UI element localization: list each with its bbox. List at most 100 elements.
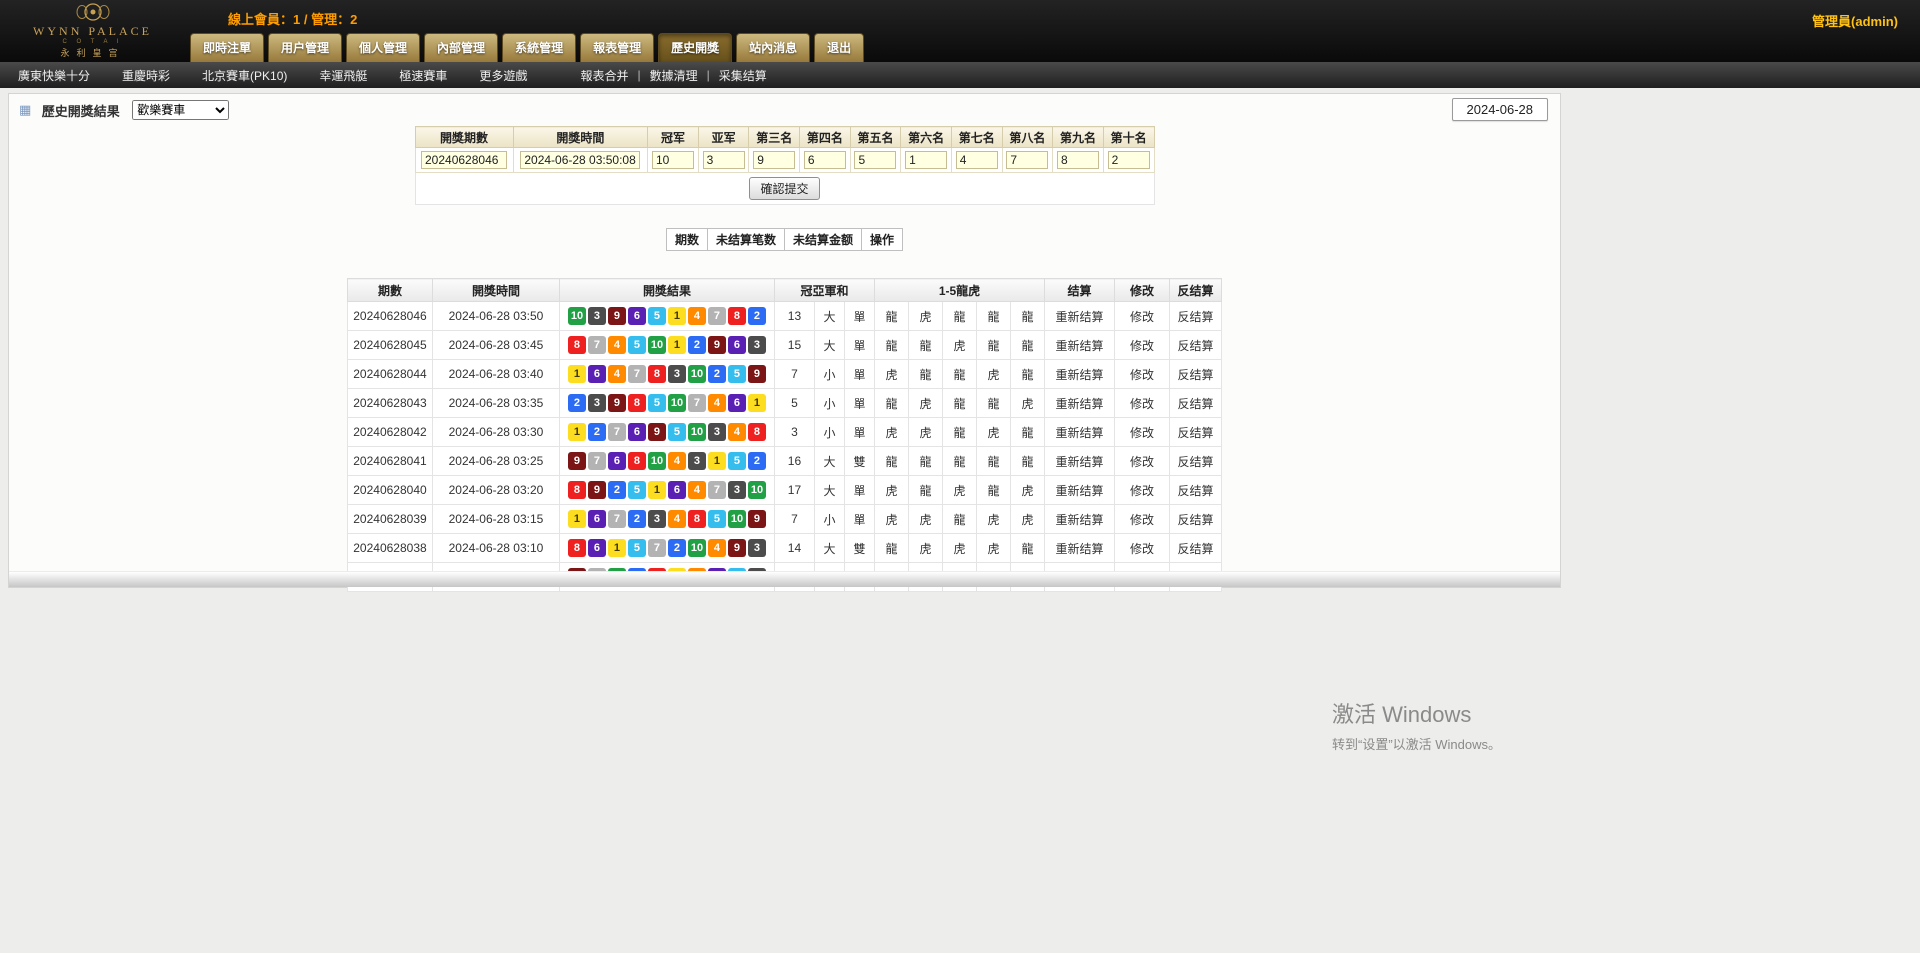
resettle-link[interactable]: 重新结算 xyxy=(1045,302,1115,331)
nav-item-3[interactable]: 個人管理 xyxy=(346,33,420,62)
pending-table: 期数未结算笔数未结算金额操作 xyxy=(666,228,903,251)
edit-link[interactable]: 修改 xyxy=(1115,505,1170,534)
dragon-tiger-cell-3: 虎 xyxy=(943,534,977,563)
result-row: 202406280452024-06-28 03:458745101296315… xyxy=(347,331,1221,360)
edit-link[interactable]: 修改 xyxy=(1115,360,1170,389)
dragon-tiger-cell-4: 龍 xyxy=(977,331,1011,360)
reverse-settle-link[interactable]: 反结算 xyxy=(1170,476,1222,505)
pending-header-row: 期数未结算笔数未结算金额操作 xyxy=(666,229,902,251)
edit-link[interactable]: 修改 xyxy=(1115,302,1170,331)
ball-5: 5 xyxy=(628,336,646,354)
dragon-tiger-cell-1: 龍 xyxy=(875,534,909,563)
rank-6-input[interactable] xyxy=(905,151,947,169)
issue-input[interactable] xyxy=(421,151,507,169)
dragon-tiger-cell-5: 龍 xyxy=(1011,534,1045,563)
reverse-settle-link[interactable]: 反结算 xyxy=(1170,331,1222,360)
form-column-header: 開獎時間 xyxy=(513,127,648,148)
game-select[interactable]: 歡樂賽車 xyxy=(132,100,229,120)
pending-column-header: 未结算金额 xyxy=(785,229,862,251)
rank-7-input[interactable] xyxy=(956,151,998,169)
subnav-game-3[interactable]: 北京賽車(PK10) xyxy=(186,67,303,84)
confirm-submit-button[interactable]: 確認提交 xyxy=(749,177,819,200)
draw-time-cell: 2024-06-28 03:20 xyxy=(432,476,559,505)
rank-3-input[interactable] xyxy=(753,151,795,169)
reverse-settle-link[interactable]: 反结算 xyxy=(1170,534,1222,563)
ball-8: 8 xyxy=(648,365,666,383)
resettle-link[interactable]: 重新结算 xyxy=(1045,447,1115,476)
dragon-tiger-cell-5: 龍 xyxy=(1011,302,1045,331)
ball-7: 7 xyxy=(588,336,606,354)
edit-link[interactable]: 修改 xyxy=(1115,418,1170,447)
nav-item-4[interactable]: 內部管理 xyxy=(424,33,498,62)
ball-1: 1 xyxy=(668,307,686,325)
form-input-cell xyxy=(513,148,648,173)
time-input[interactable] xyxy=(520,151,640,169)
rank-2-input[interactable] xyxy=(703,151,745,169)
edit-link[interactable]: 修改 xyxy=(1115,447,1170,476)
dragon-tiger-cell-3: 龍 xyxy=(943,418,977,447)
ball-8: 8 xyxy=(568,336,586,354)
edit-link[interactable]: 修改 xyxy=(1115,331,1170,360)
ball-10: 10 xyxy=(668,394,686,412)
ball-9: 9 xyxy=(588,481,606,499)
edit-link[interactable]: 修改 xyxy=(1115,534,1170,563)
resettle-link[interactable]: 重新结算 xyxy=(1045,331,1115,360)
nav-item-1[interactable]: 即時注單 xyxy=(190,33,264,62)
results-column-header: 结算 xyxy=(1045,279,1115,302)
rank-1-input[interactable] xyxy=(652,151,694,169)
draw-result-balls: 87451012963 xyxy=(559,331,774,360)
subnav-game-4[interactable]: 幸運飛艇 xyxy=(303,67,383,84)
rank-9-input[interactable] xyxy=(1057,151,1099,169)
sum-cell: 7 xyxy=(774,360,814,389)
form-input-cell xyxy=(1053,148,1104,173)
reverse-settle-link[interactable]: 反结算 xyxy=(1170,418,1222,447)
edit-link[interactable]: 修改 xyxy=(1115,389,1170,418)
reverse-settle-link[interactable]: 反结算 xyxy=(1170,505,1222,534)
subnav-tools: 報表合并|數據清理|采集结算 xyxy=(571,67,775,84)
nav-item-2[interactable]: 用户管理 xyxy=(268,33,342,62)
date-picker[interactable]: 2024-06-28 xyxy=(1452,98,1549,121)
resettle-link[interactable]: 重新结算 xyxy=(1045,476,1115,505)
subnav-game-1[interactable]: 廣東快樂十分 xyxy=(2,67,106,84)
reverse-settle-link[interactable]: 反结算 xyxy=(1170,302,1222,331)
ball-4: 4 xyxy=(608,365,626,383)
ball-7: 7 xyxy=(708,307,726,325)
resettle-link[interactable]: 重新结算 xyxy=(1045,360,1115,389)
result-row: 202406280402024-06-28 03:208925164731017… xyxy=(347,476,1221,505)
resettle-link[interactable]: 重新结算 xyxy=(1045,418,1115,447)
nav-item-7[interactable]: 歷史開獎 xyxy=(658,33,732,62)
dragon-tiger-cell-2: 虎 xyxy=(909,505,943,534)
resettle-link[interactable]: 重新结算 xyxy=(1045,505,1115,534)
subnav-game-5[interactable]: 極速賽車 xyxy=(383,67,463,84)
rank-8-input[interactable] xyxy=(1006,151,1048,169)
dragon-tiger-cell-3: 虎 xyxy=(943,331,977,360)
dragon-tiger-cell-2: 龍 xyxy=(909,476,943,505)
dragon-tiger-cell-2: 虎 xyxy=(909,389,943,418)
rank-10-input[interactable] xyxy=(1108,151,1150,169)
draw-result-balls: 23985107461 xyxy=(559,389,774,418)
reverse-settle-link[interactable]: 反结算 xyxy=(1170,447,1222,476)
nav-item-9[interactable]: 退出 xyxy=(814,33,864,62)
reverse-settle-link[interactable]: 反结算 xyxy=(1170,389,1222,418)
subnav-tool-1[interactable]: 報表合并 xyxy=(571,67,637,84)
subnav-tool-2[interactable]: 數據清理 xyxy=(641,67,707,84)
form-column-header: 開獎期數 xyxy=(415,127,513,148)
edit-link[interactable]: 修改 xyxy=(1115,476,1170,505)
reverse-settle-link[interactable]: 反结算 xyxy=(1170,360,1222,389)
resettle-link[interactable]: 重新结算 xyxy=(1045,389,1115,418)
ball-8: 8 xyxy=(568,481,586,499)
size-cell: 大 xyxy=(814,534,844,563)
nav-item-5[interactable]: 系統管理 xyxy=(502,33,576,62)
dragon-tiger-cell-5: 虎 xyxy=(1011,389,1045,418)
nav-item-8[interactable]: 站內消息 xyxy=(736,33,810,62)
nav-item-6[interactable]: 報表管理 xyxy=(580,33,654,62)
subnav-tool-3[interactable]: 采集结算 xyxy=(710,67,776,84)
ball-5: 5 xyxy=(728,452,746,470)
resettle-link[interactable]: 重新结算 xyxy=(1045,534,1115,563)
parity-cell: 單 xyxy=(844,389,874,418)
ball-2: 2 xyxy=(588,423,606,441)
rank-5-input[interactable] xyxy=(854,151,896,169)
rank-4-input[interactable] xyxy=(804,151,846,169)
subnav-game-6[interactable]: 更多遊戲 xyxy=(463,67,543,84)
subnav-game-2[interactable]: 重慶時彩 xyxy=(106,67,186,84)
